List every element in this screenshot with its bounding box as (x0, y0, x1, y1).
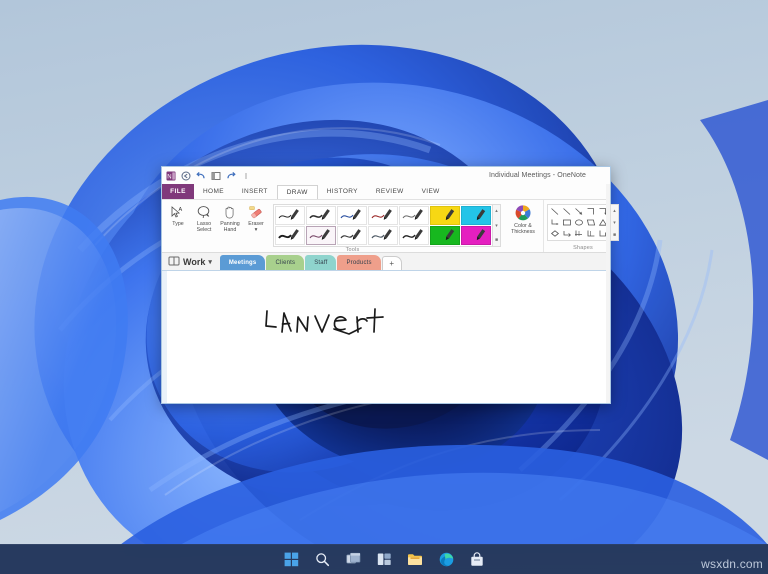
pen-black-thin[interactable] (275, 206, 305, 225)
dock-panel-icon[interactable] (211, 171, 221, 181)
section-tab-bar[interactable]: Work ▾ Meetings Clients Staff Products + (162, 252, 610, 270)
taskbar[interactable]: wsxdn.com (0, 544, 768, 574)
shapes-scrollbar[interactable]: ▴ ▾ ■ (611, 204, 619, 241)
pen-gray[interactable] (399, 206, 429, 225)
svg-text:N: N (167, 174, 171, 180)
section-tab-clients[interactable]: Clients (266, 255, 305, 270)
section-tab-meetings[interactable]: Meetings (219, 255, 266, 270)
pen-black-medium[interactable] (306, 206, 336, 225)
lasso-icon (196, 204, 212, 221)
search-button[interactable] (313, 551, 331, 569)
pens-more-button[interactable]: ■ (493, 234, 500, 246)
shape-corner-right[interactable] (585, 206, 597, 217)
store-button[interactable] (468, 551, 486, 569)
pens-scroll-up-button[interactable]: ▴ (493, 205, 500, 217)
panning-hand-tool[interactable]: Panning Hand (217, 203, 243, 233)
ribbon-tab-strip[interactable]: FILE HOME INSERT DRAW HISTORY REVIEW VIE… (162, 184, 610, 200)
type-cursor-icon: A (170, 204, 186, 221)
highlighter-cyan[interactable] (461, 206, 491, 225)
ribbon-tab-review[interactable]: REVIEW (367, 184, 413, 199)
shapes-gallery[interactable] (547, 204, 611, 241)
ribbon-body: A Type Lasso Select Panning Hand Eraser … (162, 199, 619, 253)
eraser-icon (248, 204, 264, 221)
start-button[interactable] (282, 551, 300, 569)
panning-tool-sublabel: Hand (223, 227, 237, 233)
notebook-selector[interactable]: Work ▾ (166, 256, 220, 270)
desktop: N Individual Meetings - OneNote FILE HOM… (0, 0, 768, 574)
eraser-tool[interactable]: Eraser ▾ (243, 203, 269, 233)
ribbon-tab-history[interactable]: HISTORY (318, 184, 367, 199)
eraser-dropdown-glyph[interactable]: ▾ (255, 227, 258, 233)
highlighter-yellow[interactable] (430, 206, 460, 225)
pen-blue[interactable] (337, 206, 367, 225)
shape-parallelogram[interactable] (585, 217, 597, 228)
redo-icon[interactable] (226, 171, 236, 181)
ribbon-group-tools: A Type Lasso Select Panning Hand Eraser … (162, 200, 543, 253)
shape-rectangle[interactable] (561, 217, 573, 228)
ribbon-tab-view[interactable]: VIEW (413, 184, 449, 199)
pens-scroll-down-button[interactable]: ▾ (493, 220, 500, 232)
section-tab-products[interactable]: Products (337, 255, 381, 270)
color-thickness-label-2: Thickness (511, 229, 535, 235)
shape-flow-connector[interactable] (561, 228, 573, 239)
ribbon-tab-insert[interactable]: INSERT (233, 184, 277, 199)
page-canvas[interactable] (162, 270, 610, 403)
shapes-scroll-down-button[interactable]: ▾ (611, 217, 618, 229)
undo-icon[interactable] (196, 171, 206, 181)
onenote-window[interactable]: N Individual Meetings - OneNote FILE HOM… (161, 166, 619, 404)
type-tool-label: Type (172, 221, 184, 227)
widgets-button[interactable] (375, 551, 393, 569)
canvas-left-edge (162, 271, 167, 403)
ribbon-tab-file[interactable]: FILE (162, 184, 194, 199)
section-tab-staff[interactable]: Staff (305, 255, 337, 270)
shape-graph-axes[interactable] (585, 228, 597, 239)
notebook-dropdown-icon[interactable]: ▾ (208, 258, 212, 266)
notebook-name: Work (183, 257, 206, 267)
onenote-logo-icon[interactable]: N (166, 171, 176, 181)
pen-slate[interactable] (368, 226, 398, 245)
watermark: wsxdn.com (701, 557, 763, 571)
window-scrollbar[interactable] (606, 184, 610, 403)
ribbon-tab-draw[interactable]: DRAW (276, 185, 318, 200)
chevron-down-icon[interactable] (241, 171, 251, 181)
lasso-tool-sublabel: Select (196, 227, 212, 233)
shape-arrow-diag[interactable] (573, 206, 585, 217)
pen-plum-selected[interactable] (306, 226, 336, 245)
handwritten-ink-convert[interactable] (257, 293, 392, 353)
edge-button[interactable] (437, 551, 455, 569)
shapes-scroll-up-button[interactable]: ▴ (611, 205, 618, 217)
pen-charcoal[interactable] (337, 226, 367, 245)
pens-scrollbar[interactable]: ▴ ▾ ■ (493, 204, 501, 247)
color-and-thickness-button[interactable]: Color & Thickness (506, 203, 540, 235)
task-view-button[interactable] (344, 551, 362, 569)
shapes-more-button[interactable]: ■ (611, 229, 618, 241)
notebook-icon (168, 256, 180, 268)
shape-diamond[interactable] (549, 228, 561, 239)
pen-black-bold[interactable] (275, 226, 305, 245)
quick-access-toolbar[interactable]: N (162, 171, 251, 181)
color-wheel-icon (514, 203, 532, 223)
pen-ink-dark[interactable] (399, 226, 429, 245)
file-explorer-button[interactable] (406, 551, 424, 569)
ribbon-tab-home[interactable]: HOME (194, 184, 233, 199)
hand-icon (222, 204, 238, 221)
ribbon-group-shapes: ▴ ▾ ■ Shapes (543, 200, 622, 252)
type-tool[interactable]: A Type (165, 203, 191, 227)
add-section-button[interactable]: + (381, 256, 402, 270)
title-bar[interactable]: N Individual Meetings - OneNote (162, 167, 610, 184)
pens-gallery[interactable] (273, 204, 493, 247)
pen-red[interactable] (368, 206, 398, 225)
shape-ellipse[interactable] (573, 217, 585, 228)
shape-line-diag-2[interactable] (561, 206, 573, 217)
shape-line-diag[interactable] (549, 206, 561, 217)
shape-axes[interactable] (573, 228, 585, 239)
lasso-select-tool[interactable]: Lasso Select (191, 203, 217, 233)
shapes-group-label: Shapes (573, 245, 593, 251)
svg-text:A: A (179, 207, 183, 213)
highlighter-green[interactable] (430, 226, 460, 245)
tools-group-label: Tools (345, 247, 360, 253)
highlighter-magenta[interactable] (461, 226, 491, 245)
back-arrow-icon[interactable] (181, 171, 191, 181)
shape-elbow-connector[interactable] (549, 217, 561, 228)
